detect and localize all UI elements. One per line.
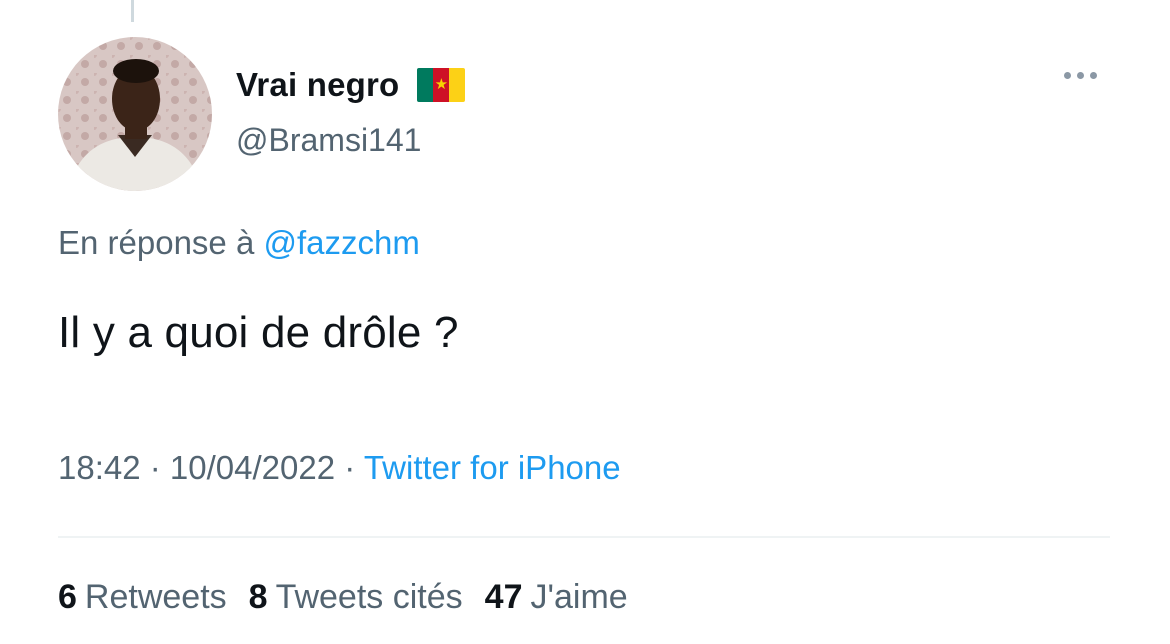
retweets-count: 6 [58,578,77,616]
reply-context: En réponse à @fazzchm [58,224,420,262]
tweet-text: Il y a quoi de drôle ? [58,308,459,357]
tweet-date[interactable]: 10/04/2022 [170,449,335,486]
more-options-button[interactable] [1064,72,1097,79]
reply-prefix: En réponse à [58,224,255,261]
flag-star: ★ [434,76,449,94]
author-name-text: Vrai negro [236,66,400,103]
flag-stripe-red: ★ [433,68,450,102]
avatar[interactable] [58,37,212,191]
tweet-stats: 6 Retweets 8 Tweets cités 47 J'aime [58,578,628,617]
reply-mention-link[interactable]: @fazzchm [263,224,419,261]
thread-connector-line [131,0,134,22]
meta-separator: · [335,449,364,486]
tweet-source-link[interactable]: Twitter for iPhone [364,449,621,486]
divider [58,536,1110,538]
more-horizontal-icon [1064,72,1097,79]
flag-stripe-yellow [449,68,466,102]
meta-separator: · [140,449,170,486]
cameroon-flag-icon: ★ [417,68,466,102]
likes-count: 47 [484,578,523,616]
flag-stripe-green [417,68,434,102]
likes-stat[interactable]: 47 J'aime [485,578,628,617]
tweet-time[interactable]: 18:42 [58,449,141,486]
retweets-label: Retweets [84,578,227,616]
avatar-photo [58,37,212,191]
quote-tweets-stat[interactable]: 8 Tweets cités [249,578,463,617]
author-display-name[interactable]: Vrai negro ★ [236,66,466,104]
quotes-label: Tweets cités [275,578,463,616]
likes-label: J'aime [530,578,628,616]
retweets-stat[interactable]: 6 Retweets [58,578,227,617]
quotes-count: 8 [248,578,268,616]
tweet-meta: 18:42 · 10/04/2022 · Twitter for iPhone [58,449,621,487]
author-handle[interactable]: @Bramsi141 [236,122,421,159]
